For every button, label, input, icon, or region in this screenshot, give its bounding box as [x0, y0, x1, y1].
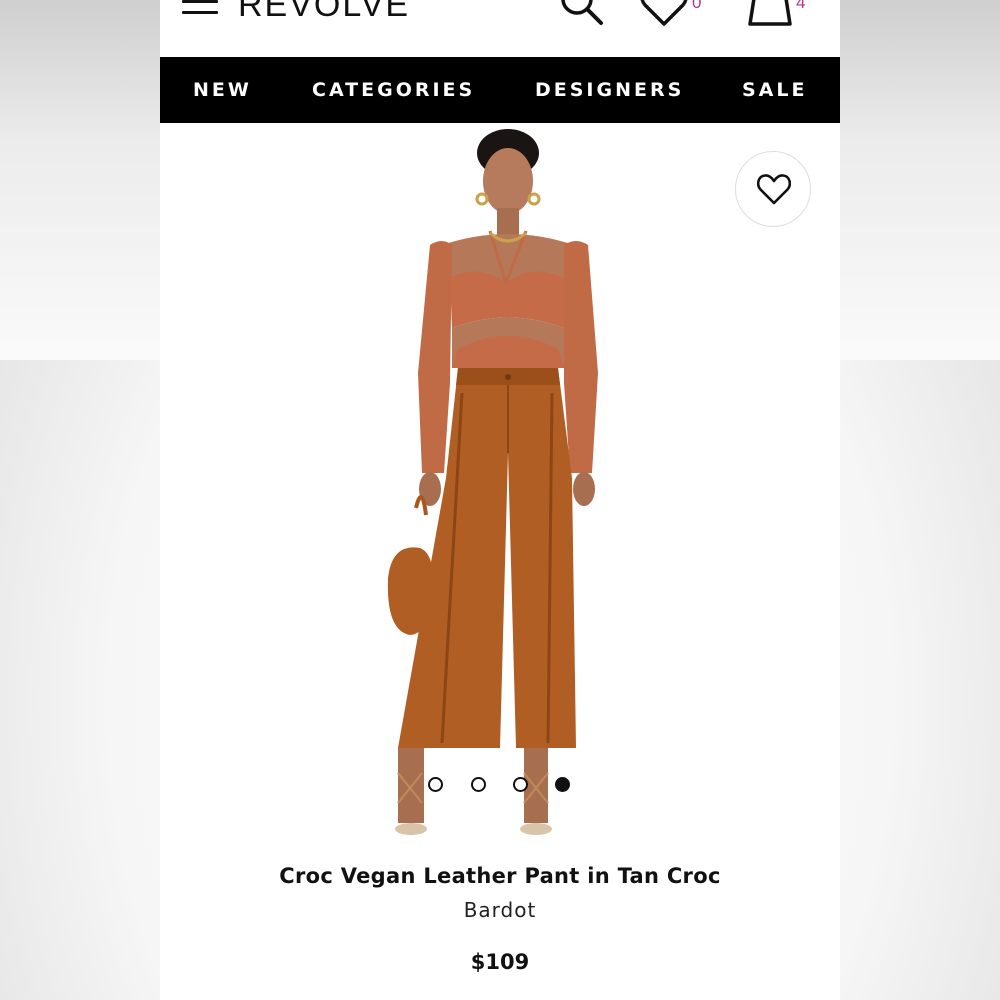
revolve-logo[interactable]: REVOLVE [238, 0, 410, 25]
menu-icon[interactable] [182, 0, 218, 16]
heart-icon[interactable] [640, 0, 688, 28]
gallery-dot-4[interactable] [555, 777, 570, 792]
search-icon[interactable] [558, 0, 606, 28]
product-price: $109 [470, 950, 530, 974]
product-photo [387, 129, 598, 835]
gallery-dot-3[interactable] [513, 777, 528, 792]
gallery-dot-2[interactable] [471, 777, 486, 792]
product-brand[interactable]: Bardot [160, 898, 840, 922]
product-title[interactable]: Croc Vegan Leather Pant in Tan Croc [160, 864, 840, 888]
shopping-bag-icon[interactable] [746, 0, 794, 28]
gallery-dot-1[interactable] [428, 777, 443, 792]
heart-icon [757, 174, 791, 205]
nav-item-categories[interactable]: CATEGORIES [312, 57, 475, 123]
header: REVOLVE 0 4 [160, 0, 840, 57]
add-to-wishlist-button[interactable] [735, 151, 811, 227]
nav-item-new[interactable]: NEW [193, 57, 252, 123]
nav-item-designers[interactable]: DESIGNERS [535, 57, 684, 123]
main-nav: NEW CATEGORIES DESIGNERS SALE [160, 57, 840, 123]
product-image-gallery[interactable] [160, 123, 840, 853]
nav-item-sale[interactable]: SALE [742, 57, 807, 123]
wishlist-count: 0 [692, 0, 702, 12]
app-screen: REVOLVE 0 4 NEW CATEGORIES DESIGNERS SAL… [160, 0, 840, 1000]
bag-count: 4 [796, 0, 806, 12]
gallery-pagination [428, 777, 588, 793]
